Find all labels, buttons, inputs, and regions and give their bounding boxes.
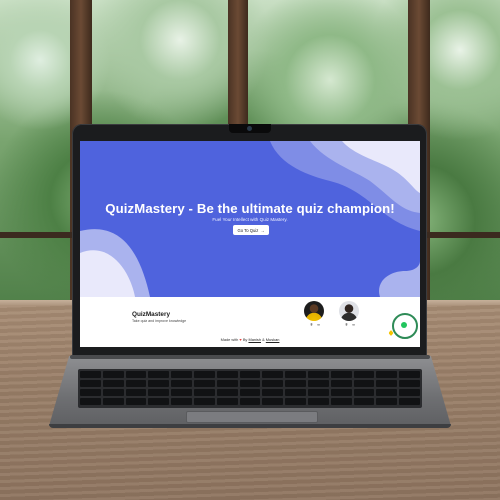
key <box>239 389 261 396</box>
made-by-text: By <box>242 337 248 342</box>
key <box>171 380 192 387</box>
key <box>125 398 147 405</box>
key <box>330 371 352 378</box>
key <box>307 380 329 387</box>
github-icon[interactable]: ⌾ <box>344 323 349 327</box>
made-with-credit: Made with ♥ By Manish & Muskan <box>80 337 420 342</box>
arrow-right-icon: → <box>260 227 265 233</box>
heart-icon: ♥ <box>239 337 242 342</box>
key <box>285 389 306 396</box>
key <box>193 398 215 405</box>
key <box>102 371 124 378</box>
key <box>376 371 398 378</box>
key <box>171 371 192 378</box>
key <box>262 371 284 378</box>
key <box>353 398 375 405</box>
hero-subtitle: Fuel Your Intellect with Quiz Mastery. <box>212 217 288 222</box>
key <box>239 371 261 378</box>
key <box>307 371 329 378</box>
trackpad <box>186 411 318 423</box>
key <box>399 371 420 378</box>
key <box>353 371 375 378</box>
key <box>125 371 147 378</box>
key <box>376 398 398 405</box>
hero-title: QuizMastery - Be the ultimate quiz champ… <box>105 201 395 216</box>
key <box>285 371 306 378</box>
author1-link[interactable]: Manish <box>248 337 261 342</box>
key <box>239 398 261 405</box>
go-to-quiz-button[interactable]: Go To Quiz → <box>233 225 269 235</box>
key <box>102 380 124 387</box>
key <box>330 380 352 387</box>
chat-icon <box>401 322 407 328</box>
key <box>399 389 420 396</box>
laptop-front-edge <box>49 424 451 428</box>
key <box>330 389 352 396</box>
key <box>171 389 192 396</box>
key <box>148 371 170 378</box>
key <box>80 398 101 405</box>
author-avatar[interactable] <box>339 301 359 321</box>
key <box>216 371 238 378</box>
key <box>193 389 215 396</box>
key <box>216 380 238 387</box>
webcam <box>247 126 252 131</box>
key <box>307 398 329 405</box>
author-avatar[interactable] <box>304 301 324 321</box>
go-to-quiz-label: Go To Quiz <box>237 227 259 233</box>
made-with-text: Made with <box>220 337 239 342</box>
key <box>399 398 420 405</box>
key <box>399 380 420 387</box>
key <box>285 380 306 387</box>
key <box>171 398 192 405</box>
key <box>262 380 284 387</box>
key <box>80 380 101 387</box>
key <box>239 380 261 387</box>
key <box>216 389 238 396</box>
github-icon[interactable]: ⌾ <box>309 323 314 327</box>
key <box>102 398 124 405</box>
laptop-screen: QuizMastery - Be the ultimate quiz champ… <box>80 141 420 347</box>
key <box>125 380 147 387</box>
key <box>148 398 170 405</box>
laptop-hinge <box>70 355 430 359</box>
key <box>193 380 215 387</box>
key <box>80 371 101 378</box>
key <box>80 389 101 396</box>
footer-tagline: Take quiz and improve knowledge <box>132 319 187 323</box>
key <box>193 371 215 378</box>
author2-link[interactable]: Muskan <box>266 337 280 342</box>
keyboard-keys <box>80 371 420 405</box>
footer: QuizMastery Take quiz and improve knowle… <box>80 297 420 347</box>
key <box>216 398 238 405</box>
key <box>262 389 284 396</box>
key <box>102 389 124 396</box>
key <box>125 389 147 396</box>
key <box>376 389 398 396</box>
key <box>330 398 352 405</box>
key <box>148 389 170 396</box>
chat-badge[interactable] <box>392 313 418 339</box>
separator-text: & <box>262 337 265 342</box>
linkedin-icon[interactable]: ∞ <box>316 323 321 327</box>
key <box>353 389 375 396</box>
key <box>148 380 170 387</box>
key <box>307 389 329 396</box>
key <box>376 380 398 387</box>
hero-section: QuizMastery - Be the ultimate quiz champ… <box>80 141 420 297</box>
key <box>285 398 306 405</box>
linkedin-icon[interactable]: ∞ <box>351 323 356 327</box>
key <box>353 380 375 387</box>
footer-brand: QuizMastery <box>132 311 171 318</box>
key <box>262 398 284 405</box>
